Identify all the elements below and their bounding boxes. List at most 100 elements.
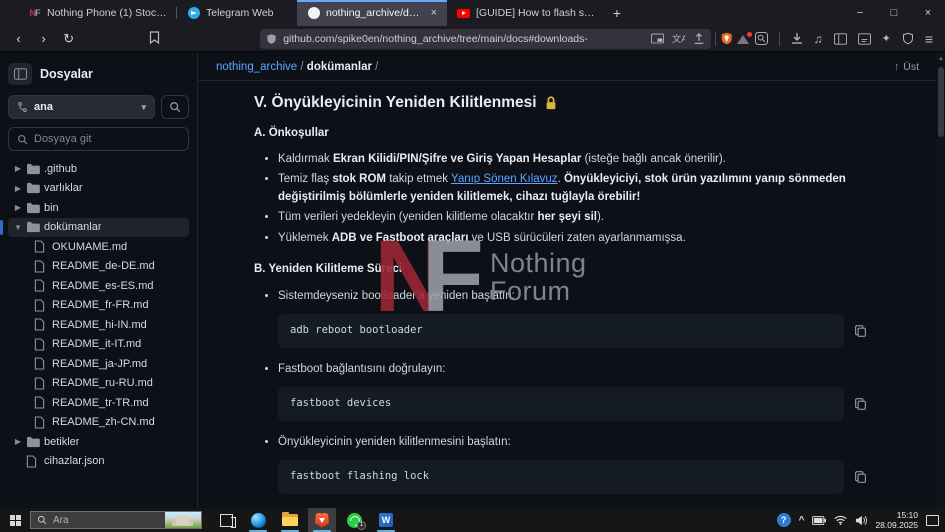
tree-folder-varliklar[interactable]: ▶ varlıklar <box>8 179 189 199</box>
tab-github-nothing-archive[interactable]: nothing_archive/docs at main · s × <box>297 0 447 26</box>
goto-file-input[interactable] <box>34 133 164 145</box>
breadcrumb: nothing_archive / dokümanlar / ↑ Üst <box>198 53 945 81</box>
arrow-up-icon: ↑ <box>894 61 899 73</box>
menu-icon[interactable]: ≡ <box>925 31 933 47</box>
tree-file-readme-de[interactable]: README_de-DE.md <box>8 257 189 277</box>
tree-folder-bin[interactable]: ▶ bin <box>8 198 189 218</box>
tree-file-readme-ru[interactable]: README_ru-RU.md <box>8 374 189 394</box>
tree-file-okumame[interactable]: OKUMAME.md <box>8 237 189 257</box>
tree-file-readme-es[interactable]: README_es-ES.md <box>8 276 189 296</box>
toolbar-divider <box>715 32 716 46</box>
brave-taskbar-button[interactable] <box>308 508 336 532</box>
share-icon[interactable] <box>693 33 705 45</box>
search-highlight-image[interactable] <box>165 512 201 528</box>
word-taskbar-button[interactable]: W <box>372 508 400 532</box>
close-window-button[interactable]: × <box>911 0 945 26</box>
url-text[interactable]: github.com/spike0en/nothing_archive/tree… <box>283 33 645 45</box>
file-icon <box>26 455 44 468</box>
prerequisites-list: Kaldırmak Ekran Kilidi/PIN/Şifre ve Giri… <box>254 151 867 248</box>
minimize-button[interactable]: − <box>843 0 877 26</box>
youtube-icon <box>457 7 470 20</box>
tree-folder-dokumanlar[interactable]: ▼ dokümanlar <box>8 218 189 238</box>
list-item: Önyükleyicinin yeniden kilitlenmesini ba… <box>278 434 867 494</box>
tree-file-readme-ja[interactable]: README_ja-JP.md <box>8 354 189 374</box>
back-to-top-button[interactable]: ↑ Üst <box>894 61 919 73</box>
scrollbar-thumb[interactable] <box>938 67 944 137</box>
tree-file-readme-fr[interactable]: README_fr-FR.md <box>8 296 189 316</box>
code-block[interactable]: fastboot flashing lock <box>278 460 844 494</box>
lock-icon <box>544 95 558 110</box>
maximize-button[interactable]: □ <box>877 0 911 26</box>
tab-telegram-web[interactable]: Telegram Web <box>177 0 297 26</box>
copy-icon[interactable] <box>854 397 867 411</box>
tab-nothing-phone-rom[interactable]: NF Nothing Phone (1) Stock ROM Yükle <box>18 0 176 26</box>
branch-selector[interactable]: ana ▾ <box>8 95 155 119</box>
github-icon <box>307 7 320 20</box>
url-bar[interactable]: github.com/spike0en/nothing_archive/tree… <box>260 29 711 49</box>
brave-icon <box>315 513 329 528</box>
file-icon <box>34 377 52 390</box>
shield-permissions-icon[interactable] <box>266 33 277 45</box>
tray-expand-chevron[interactable]: ^ <box>799 515 805 526</box>
taskbar-search[interactable] <box>30 511 202 529</box>
picture-in-picture-icon[interactable] <box>651 33 664 44</box>
battery-icon[interactable] <box>812 516 826 525</box>
list-item: Temiz flaş stok ROM takip etmek Yanıp Sö… <box>278 171 867 206</box>
windows-taskbar: 1 W ? ^ 15:10 28.09.2025 <box>0 508 945 532</box>
translate-icon[interactable]: 文A <box>672 33 685 45</box>
toolbar-icons: ♫ ✦ ≡ <box>755 31 937 47</box>
taskbar-search-input[interactable] <box>53 515 143 526</box>
folder-icon <box>26 182 44 194</box>
tree-file-readme-hi[interactable]: README_hi-IN.md <box>8 315 189 335</box>
search-button[interactable] <box>161 95 189 119</box>
tree-file-readme-it[interactable]: README_it-IT.md <box>8 335 189 355</box>
music-note-icon[interactable]: ♫ <box>814 32 823 46</box>
breadcrumb-repo-link[interactable]: nothing_archive <box>216 61 297 73</box>
nf-favicon: NF <box>28 7 41 20</box>
whatsapp-taskbar-button[interactable]: 1 <box>340 508 368 532</box>
extension-icon[interactable] <box>737 33 750 45</box>
help-icon[interactable]: ? <box>777 513 791 527</box>
code-block[interactable]: adb reboot bootloader <box>278 314 844 348</box>
adblock-extension-icon[interactable] <box>720 31 733 46</box>
edge-taskbar-button[interactable] <box>244 508 272 532</box>
flashing-guide-link[interactable]: Yanıp Sönen Kılavuz <box>451 173 558 185</box>
profile-shield-icon[interactable] <box>902 32 914 45</box>
tree-file-cihazlar-json[interactable]: cihazlar.json <box>8 452 189 472</box>
action-center-icon[interactable] <box>926 515 939 526</box>
file-icon <box>34 416 52 429</box>
sidebar-title: Dosyalar <box>40 67 93 81</box>
wifi-icon[interactable] <box>834 515 847 525</box>
close-tab-icon[interactable]: × <box>429 7 439 19</box>
taskbar-clock[interactable]: 15:10 28.09.2025 <box>875 510 918 530</box>
code-block[interactable]: fastboot devices <box>278 387 844 421</box>
file-explorer-taskbar-button[interactable] <box>276 508 304 532</box>
search-icon <box>37 515 47 525</box>
tab-label: nothing_archive/docs at main · s <box>326 7 423 19</box>
tree-folder-betikler[interactable]: ▶ betikler <box>8 432 189 452</box>
reload-button[interactable]: ↻ <box>58 31 79 47</box>
downloads-icon[interactable] <box>791 32 803 45</box>
tab-youtube-guide[interactable]: [GUIDE] How to flash stock rom on N <box>447 0 605 26</box>
page-scrollbar[interactable]: ▲ <box>937 53 945 508</box>
start-button[interactable] <box>0 508 30 532</box>
scroll-up-arrow[interactable]: ▲ <box>937 53 945 62</box>
copy-icon[interactable] <box>854 324 867 338</box>
collapse-sidebar-icon[interactable] <box>8 63 32 85</box>
screenshot-icon[interactable] <box>755 32 768 45</box>
tree-folder-github[interactable]: ▶ .github <box>8 159 189 179</box>
new-tab-button[interactable]: + <box>605 0 629 26</box>
bookmark-icon[interactable] <box>149 31 160 47</box>
tree-file-readme-tr[interactable]: README_tr-TR.md <box>8 393 189 413</box>
tree-file-readme-zh[interactable]: README_zh-CN.md <box>8 413 189 433</box>
back-button[interactable]: ‹ <box>8 31 29 46</box>
open-folder-icon <box>26 221 44 233</box>
task-view-button[interactable] <box>212 508 240 532</box>
forward-button[interactable]: › <box>33 31 54 46</box>
speaker-icon[interactable] <box>855 515 867 526</box>
relock-steps-list: Sistemdeyseniz bootloader'a yeniden başl… <box>254 288 867 509</box>
sidebar-toggle-icon[interactable] <box>834 33 847 45</box>
extensions-icon[interactable]: ✦ <box>882 32 891 45</box>
container-tab-icon[interactable] <box>858 33 871 45</box>
copy-icon[interactable] <box>854 470 867 484</box>
